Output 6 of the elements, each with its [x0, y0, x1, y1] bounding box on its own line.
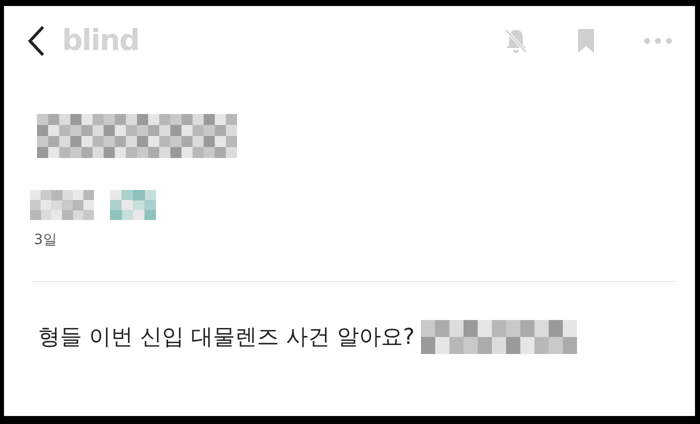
post-time: 3일 [34, 231, 58, 250]
more-icon[interactable] [643, 37, 673, 45]
bookmark-icon[interactable] [577, 28, 595, 54]
back-icon[interactable] [26, 25, 46, 57]
muted-bell-icon[interactable] [503, 27, 529, 55]
post-body: 형들 이번 신입 대물렌즈 사건 알아요? [38, 324, 415, 352]
